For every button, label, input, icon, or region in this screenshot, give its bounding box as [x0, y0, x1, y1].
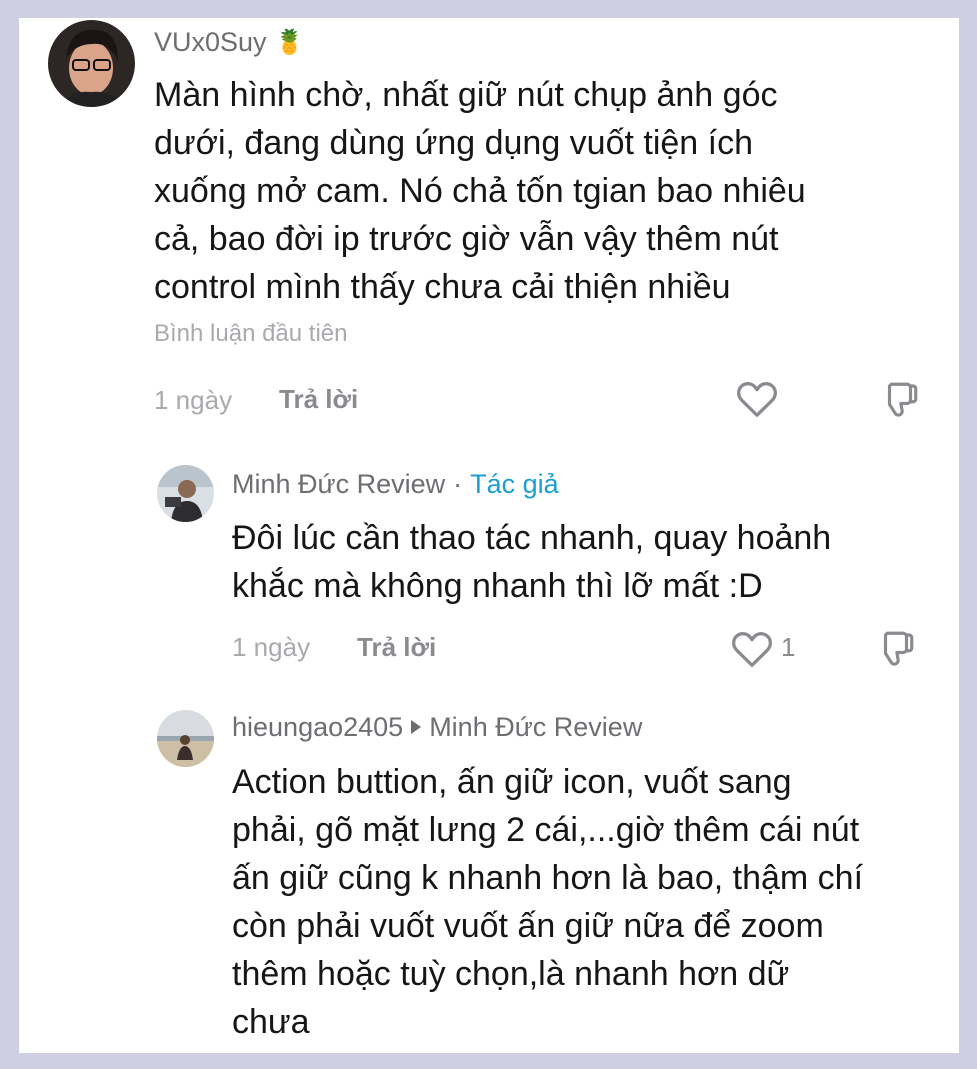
heart-outline-icon[interactable] [730, 628, 774, 668]
comments-panel: VUx0Suy 🍍 Màn hình chờ, nhất giữ nút chụ… [19, 18, 959, 1053]
comment-line: còn phải vuốt vuốt ấn giữ nữa để zoom [232, 907, 824, 945]
comment-line: phải, gõ mặt lưng 2 cái,...giờ thêm cái … [232, 811, 860, 849]
separator-dot: · [453, 468, 463, 499]
avatar[interactable] [48, 20, 135, 107]
comment-username[interactable]: VUx0Suy 🍍 [154, 25, 304, 59]
comment-line: khắc mà không nhanh thì lỡ mất :D [232, 567, 763, 605]
comment-username[interactable]: Minh Đức Review · Tác giả [232, 467, 559, 501]
comment-line: control mình thấy chưa cải thiện nhiều [154, 268, 731, 306]
reply-button[interactable]: Trả lời [357, 632, 436, 663]
comment-body: Màn hình chờ, nhất giữ nút chụp ảnh góc … [154, 71, 806, 311]
author-badge: Tác giả [470, 468, 559, 499]
comment-line: thêm hoặc tuỳ chọn,là nhanh hơn dữ [232, 955, 790, 993]
avatar[interactable] [157, 710, 214, 767]
comment-line: xuống mở cam. Nó chả tốn tgian bao nhiêu [154, 172, 806, 210]
first-comment-label: Bình luận đầu tiên [154, 320, 348, 347]
like-count: 1 [781, 632, 796, 662]
play-arrow-icon [411, 720, 422, 734]
comment-time: 1 ngày [232, 632, 311, 662]
reply-target-name: Minh Đức Review [429, 711, 643, 742]
comment-body: Đôi lúc cần thao tác nhanh, quay hoảnh k… [232, 514, 831, 610]
avatar[interactable] [157, 465, 214, 522]
reply-target[interactable]: Minh Đức Review [411, 712, 642, 743]
pineapple-emoji: 🍍 [274, 28, 305, 56]
comment-line: dưới, đang dùng ứng dụng vuốt tiện ích [154, 124, 754, 162]
heart-outline-icon[interactable] [735, 378, 779, 418]
comment-username[interactable]: hieungao2405 Minh Đức Review [232, 710, 642, 744]
username-text: VUx0Suy [154, 26, 267, 57]
username-text: hieungao2405 [232, 711, 404, 742]
comment-line: Màn hình chờ, nhất giữ nút chụp ảnh góc [154, 76, 778, 114]
comment-line: ấn giữ cũng k nhanh hơn là bao, thậm chí [232, 859, 864, 897]
comment-body: Action buttion, ấn giữ icon, vuốt sang p… [232, 758, 863, 1046]
username-text: Minh Đức Review [232, 468, 446, 499]
comment-line: Action buttion, ấn giữ icon, vuốt sang [232, 763, 792, 801]
comment-line: cả, bao đời ip trước giờ vẫn vậy thêm nú… [154, 220, 779, 258]
reply-button[interactable]: Trả lời [279, 384, 358, 415]
comment-line: chưa [232, 1003, 310, 1041]
comment-time: 1 ngày [154, 385, 233, 415]
thumbs-down-outline-icon[interactable] [878, 379, 922, 421]
thumbs-down-outline-icon[interactable] [874, 628, 918, 670]
comment-line: Đôi lúc cần thao tác nhanh, quay hoảnh [232, 519, 832, 557]
